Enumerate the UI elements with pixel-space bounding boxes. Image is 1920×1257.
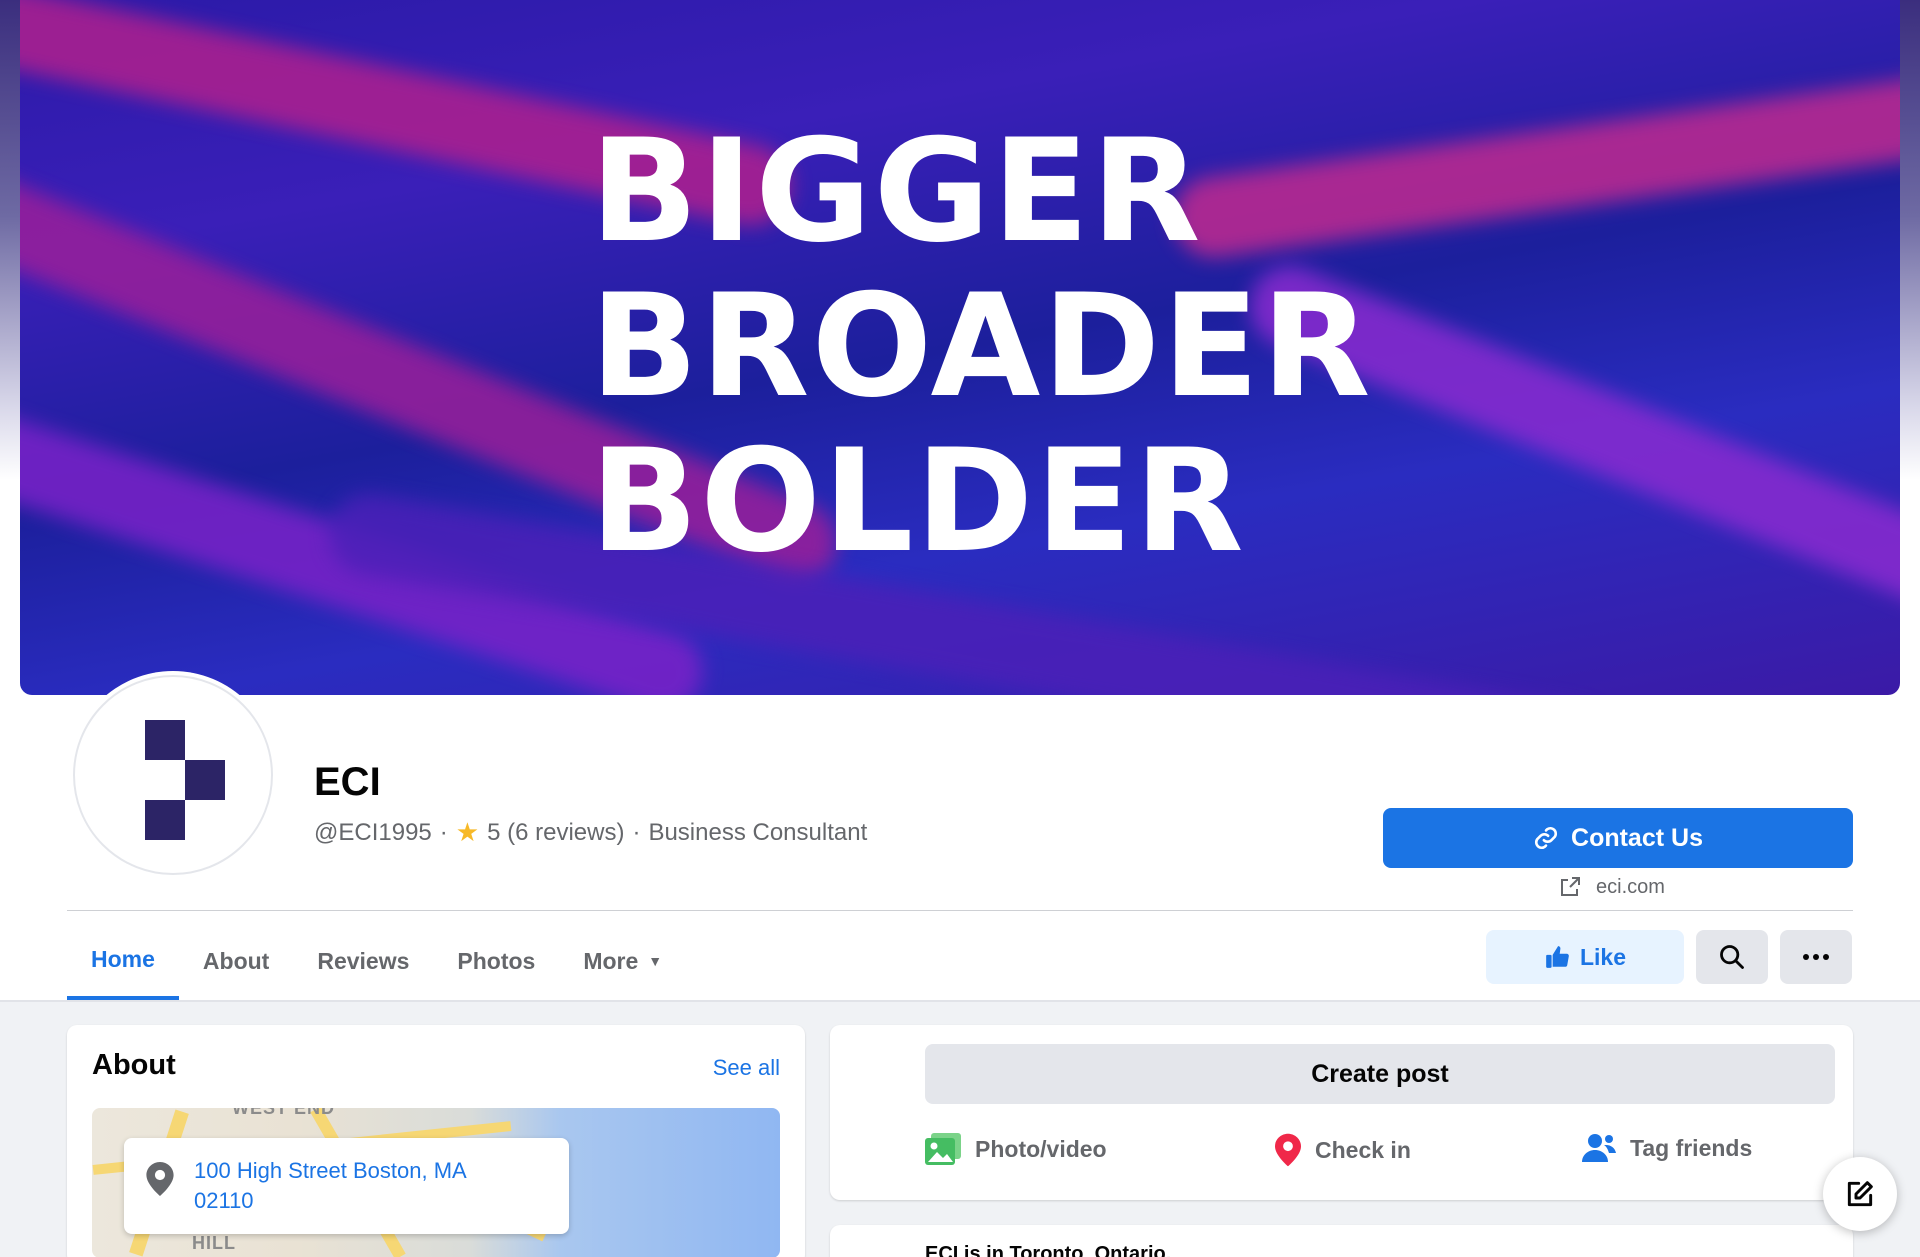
logo-square [185,760,225,800]
like-button[interactable]: Like [1486,930,1684,984]
contact-us-label: Contact Us [1571,823,1703,852]
tab-label: About [202,947,270,974]
compose-icon [1847,1181,1873,1207]
cover-line: BOLDER [590,418,1246,584]
tab-more[interactable]: More ▼ [559,922,686,1000]
photo-video-button[interactable]: Photo/video [925,1133,1107,1165]
contact-us-button[interactable]: Contact Us [1383,808,1853,868]
page-tabs: Home About Reviews Photos More ▼ [67,922,686,1000]
profile-divider [67,910,1853,911]
tag-friends-icon [1582,1134,1616,1162]
profile-avatar[interactable] [73,675,273,875]
photo-video-label: Photo/video [975,1135,1107,1162]
see-all-link[interactable]: See all [713,1055,780,1081]
create-post-label: Create post [1311,1059,1449,1088]
link-icon [1534,826,1558,850]
check-in-button[interactable]: Check in [1275,1133,1411,1167]
tabs-bottom-border [0,1000,1920,1002]
cover-line: BROADER [590,263,1373,429]
logo-square [145,720,185,760]
feed-post-card[interactable]: ECI is in Toronto, Ontario. [830,1225,1853,1257]
more-dots-icon [1803,954,1829,960]
map-label: WEST END [232,1108,336,1118]
like-label: Like [1579,943,1627,970]
tag-friends-button[interactable]: Tag friends [1582,1133,1752,1163]
tab-label: Reviews [317,947,410,974]
address-text[interactable]: 100 High Street Boston, MA 02110 [194,1156,524,1216]
cover-photo[interactable]: BIGGER BROADER BOLDER [20,0,1900,695]
location-pin-icon [1275,1133,1301,1167]
tab-photos[interactable]: Photos [433,922,559,1000]
website-url: eci.com [1596,875,1665,898]
create-post-button[interactable]: Create post [925,1044,1835,1104]
page-subtitle: @ECI1995 · ★ 5 (6 reviews) · Business Co… [314,817,867,848]
separator: · [439,818,448,846]
cover-headline: BIGGER BROADER BOLDER [590,109,1373,584]
external-link-icon [1561,877,1580,896]
thumbs-up-icon [1546,946,1569,968]
map-label: HILL [192,1233,236,1253]
post-header-text: ECI is in Toronto, Ontario. [925,1243,1172,1257]
tab-about[interactable]: About [179,922,293,1000]
location-map[interactable]: WEST END HILL 100 High Street Boston, MA… [92,1108,780,1257]
page-category[interactable]: Business Consultant [648,819,867,847]
cover-line: BIGGER [590,109,1203,274]
tab-label: More [583,947,639,974]
about-card: About See all WEST END HILL 100 High Str… [67,1025,805,1257]
star-icon: ★ [455,817,480,847]
tab-label: Photos [457,947,536,974]
more-options-button[interactable] [1780,930,1852,984]
search-button[interactable] [1696,930,1768,984]
tab-home[interactable]: Home [67,922,179,1000]
rating-text[interactable]: 5 (6 reviews) [487,819,624,847]
tag-friends-label: Tag friends [1630,1134,1753,1161]
caret-down-icon: ▼ [648,953,663,969]
address-popup[interactable]: 100 High Street Boston, MA 02110 [124,1138,569,1234]
new-message-button[interactable] [1823,1157,1897,1231]
photo-icon [925,1133,961,1165]
website-link[interactable]: eci.com [1558,875,1665,899]
check-in-label: Check in [1315,1136,1411,1163]
search-icon [1720,945,1744,969]
location-pin-icon [146,1162,174,1196]
separator: · [632,818,641,846]
about-card-title: About [92,1049,176,1081]
tab-label: Home [91,945,155,972]
logo-square [145,800,185,840]
create-post-card: Create post Photo/video Check in Tag fri… [830,1025,1853,1200]
page-handle: @ECI1995 [314,818,432,846]
page-title: ECI [314,760,381,804]
tab-reviews[interactable]: Reviews [293,922,433,1000]
